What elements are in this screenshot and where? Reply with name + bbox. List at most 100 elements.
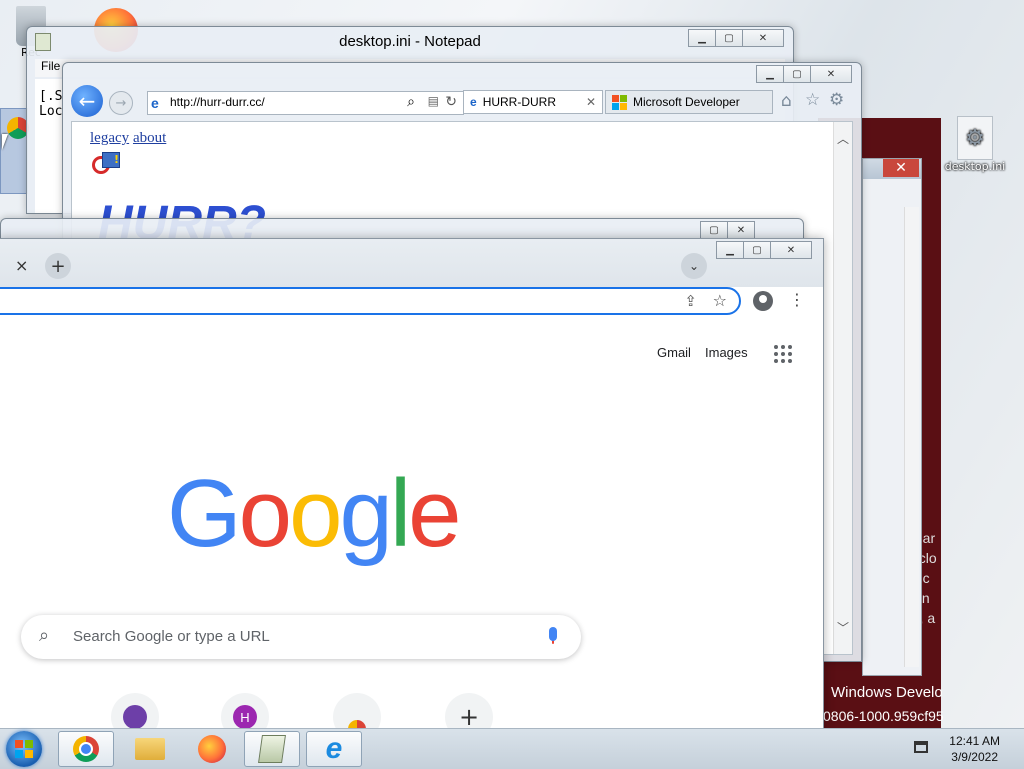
close-button[interactable]: ✕ xyxy=(742,29,784,47)
microphone-icon[interactable] xyxy=(549,627,557,641)
search-icon: ⌕ xyxy=(39,625,50,646)
ie-icon: e xyxy=(325,732,343,765)
ie-tab-label: HURR-DURR xyxy=(482,95,557,109)
taskbar-chrome[interactable] xyxy=(58,731,114,767)
firefox-icon xyxy=(198,735,226,763)
bookmark-star-icon[interactable]: ☆ xyxy=(713,291,727,310)
clock-time: 12:41 AM xyxy=(949,734,1000,748)
maximize-icon: ▢ xyxy=(792,68,802,80)
scroll-down-icon[interactable]: ﹀ xyxy=(837,619,849,636)
search-icon[interactable]: ⌕ xyxy=(407,93,415,110)
close-button[interactable]: ✕ xyxy=(770,241,812,259)
ie-tab-icon: e xyxy=(470,95,477,109)
menu-file[interactable]: File xyxy=(41,59,60,73)
images-link[interactable]: Images xyxy=(705,345,748,360)
minimize-icon: ▁ xyxy=(726,244,734,256)
gmail-link[interactable]: Gmail xyxy=(657,345,691,360)
maximize-button[interactable]: ▢ xyxy=(715,29,743,47)
tab-close-button[interactable]: × xyxy=(15,256,28,275)
close-icon[interactable]: ✕ xyxy=(883,159,919,177)
ie-address-bar[interactable]: e http://hurr-durr.cc/ ⌕ ▤ ↻ xyxy=(147,91,464,115)
minimize-button[interactable]: ▁ xyxy=(756,65,784,83)
forward-button[interactable]: → xyxy=(109,91,133,115)
home-icon[interactable]: ⌂ xyxy=(781,91,792,111)
search-placeholder[interactable]: Search Google or type a URL xyxy=(73,628,270,645)
ie-tab-microsoft-developer[interactable]: Microsoft Developer xyxy=(605,90,773,114)
compat-view-icon[interactable]: ▤ xyxy=(428,94,439,108)
tab-search-button[interactable]: ⌄ xyxy=(681,253,707,279)
logo-letter: l xyxy=(389,460,411,567)
minimize-icon: ▁ xyxy=(766,68,774,80)
minimize-button[interactable]: ▁ xyxy=(688,29,716,47)
more-menu-icon[interactable]: ⋮ xyxy=(789,290,805,310)
small-window-scrollbar[interactable] xyxy=(904,207,919,667)
maximize-button[interactable]: ▢ xyxy=(783,65,811,83)
ie-tab-label: Microsoft Developer xyxy=(633,95,740,109)
desktop-ini-icon[interactable]: ⚙ desktop.ini xyxy=(942,116,1008,173)
ie-tab-hurr-durr[interactable]: e HURR-DURR ✕ xyxy=(463,90,603,114)
omnibox[interactable]: ⇪ ☆ xyxy=(0,287,741,315)
profile-avatar-icon[interactable] xyxy=(753,291,773,311)
minimize-button[interactable]: ▁ xyxy=(716,241,744,259)
refresh-icon[interactable]: ↻ xyxy=(445,93,457,110)
back-button[interactable]: ← xyxy=(71,85,103,117)
logo-letter: o xyxy=(289,460,342,567)
microsoft-logo-icon xyxy=(612,94,627,110)
minimize-icon: ▁ xyxy=(698,32,706,44)
share-icon[interactable]: ⇪ xyxy=(684,292,697,310)
taskbar-firefox[interactable] xyxy=(184,731,240,767)
ie-scrollbar[interactable]: ︿ ﹀ xyxy=(833,122,852,654)
ie-toolbar: ← → e http://hurr-durr.cc/ ⌕ ▤ ↻ e HURR-… xyxy=(69,85,855,119)
close-button[interactable]: ✕ xyxy=(727,221,755,239)
background-small-window[interactable]: ✕ xyxy=(862,158,922,676)
back-arrow-icon: ← xyxy=(78,89,96,113)
start-button[interactable] xyxy=(6,731,42,767)
h-avatar-letter: H xyxy=(240,709,250,725)
network-icon[interactable] xyxy=(914,741,928,753)
favorites-star-icon[interactable]: ☆ xyxy=(805,90,820,110)
chrome-toolbar: ⇪ ☆ ⋮ xyxy=(0,287,823,323)
new-tab-button[interactable]: + xyxy=(45,253,71,279)
folder-icon xyxy=(135,738,165,760)
gear-file-icon: ⚙ xyxy=(957,116,993,160)
h-avatar-icon: H xyxy=(233,705,257,729)
ie-page-icon: e xyxy=(151,95,159,111)
taskbar-internet-explorer[interactable]: e xyxy=(306,731,362,767)
incognito-avatar-icon xyxy=(123,705,147,729)
close-button[interactable]: ✕ xyxy=(810,65,852,83)
maximize-button[interactable]: ▢ xyxy=(743,241,771,259)
logo-letter: o xyxy=(238,460,292,567)
maximize-icon: ▢ xyxy=(752,244,762,256)
close-icon: ✕ xyxy=(736,224,746,236)
chrome-window[interactable]: × + ⌄ ▁ ▢ ✕ ⇪ ☆ ⋮ Gmail Images Google ⌕ … xyxy=(0,238,824,741)
about-link[interactable]: about xyxy=(133,130,166,146)
desktop-ini-label: desktop.ini xyxy=(944,160,1006,173)
logo-letter: G xyxy=(167,460,242,567)
close-icon: ✕ xyxy=(786,244,796,256)
maximize-button[interactable]: ▢ xyxy=(700,221,728,239)
scroll-up-icon[interactable]: ︿ xyxy=(837,130,849,147)
settings-gear-icon[interactable]: ⚙ xyxy=(829,90,844,110)
plus-icon: + xyxy=(458,703,480,731)
notepad-icon xyxy=(258,735,286,763)
clock-date: 3/9/2022 xyxy=(951,750,998,764)
taskbar-explorer[interactable] xyxy=(122,731,178,767)
logo-letter: g xyxy=(339,460,392,567)
maximize-icon: ▢ xyxy=(709,224,719,236)
system-clock[interactable]: 12:41 AM 3/9/2022 xyxy=(949,733,1000,765)
chrome-desktop-icon-partial[interactable] xyxy=(0,108,29,194)
google-search-box[interactable]: ⌕ Search Google or type a URL xyxy=(21,615,581,659)
taskbar-notepad[interactable] xyxy=(244,731,300,767)
chrome-icon xyxy=(73,736,99,762)
close-icon[interactable]: ✕ xyxy=(586,95,596,109)
legacy-link[interactable]: legacy xyxy=(90,130,129,146)
google-new-tab-page: Gmail Images Google ⌕ Search Google or t… xyxy=(0,323,823,741)
close-icon: ✕ xyxy=(826,68,836,80)
ie-url-text[interactable]: http://hurr-durr.cc/ xyxy=(170,95,265,109)
plus-icon: + xyxy=(50,255,66,277)
notepad-title: desktop.ini - Notepad xyxy=(339,33,481,50)
mouse-cursor-icon xyxy=(2,134,8,150)
close-icon: ✕ xyxy=(758,32,768,44)
apps-grid-icon[interactable] xyxy=(774,345,792,363)
forward-arrow-icon: → xyxy=(115,95,127,111)
